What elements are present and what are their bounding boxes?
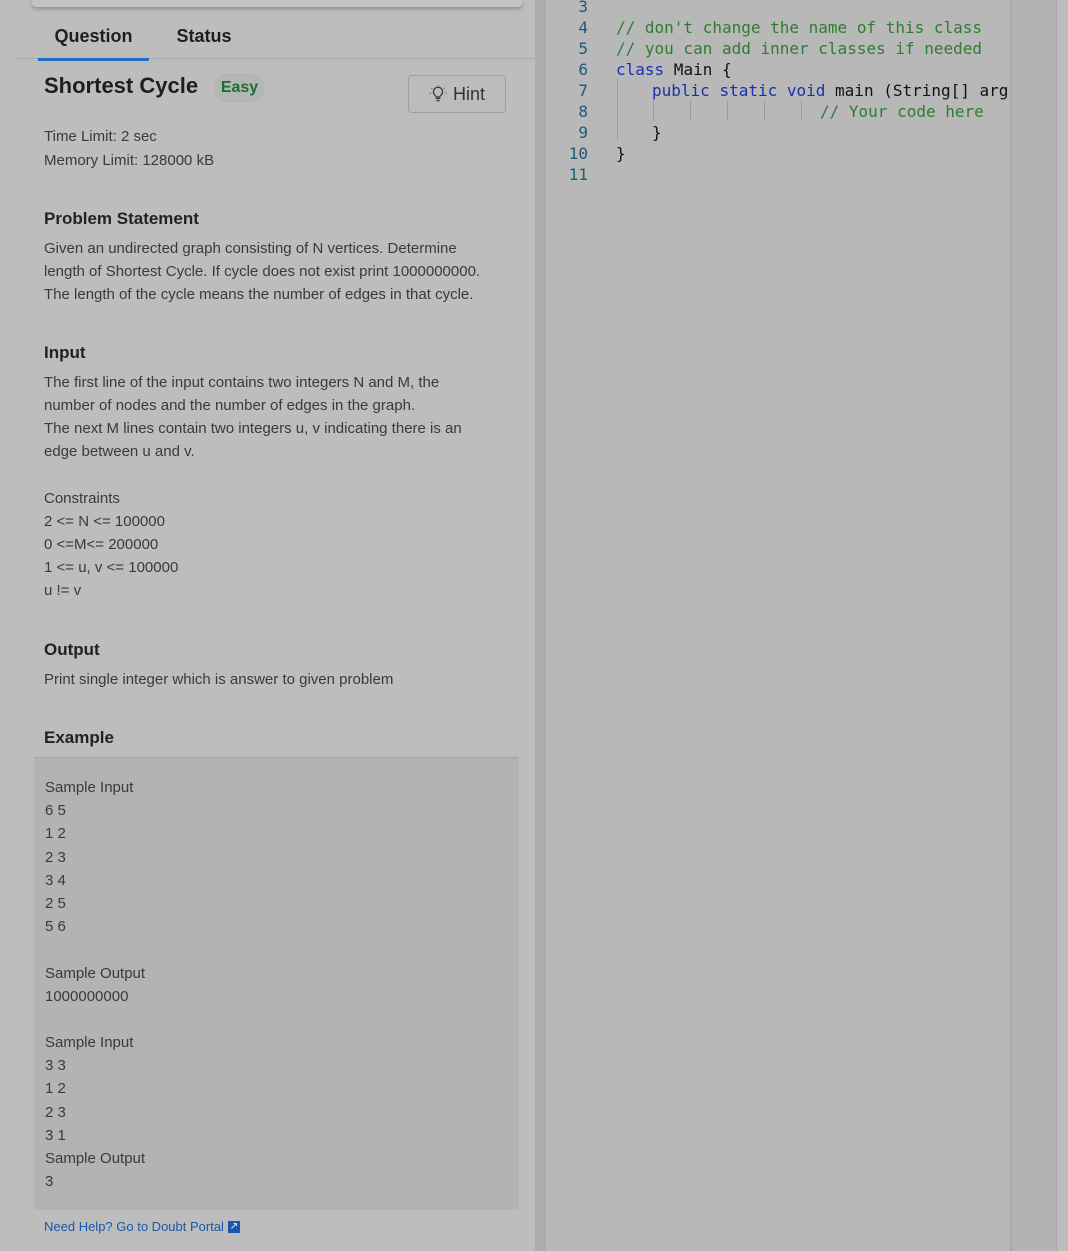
code-line-9: } [652,123,662,142]
problem-panel: Question Status Shortest Cycle Easy Hint… [0,0,535,1251]
indent-guide [727,100,728,121]
external-link-icon: ↗ [227,1220,240,1233]
tab-bar: Question Status [16,18,535,61]
line-number: 6 [578,60,588,79]
example-lines: Sample Input 6 5 1 2 2 3 3 4 2 5 5 6 Sam… [45,779,146,1191]
code-line-7: public static void main (String[] args) [652,81,1010,100]
code-line-5: // you can add inner classes if needed [616,39,983,58]
doubt-portal-link[interactable]: Need Help? Go to Doubt Portal ↗ [44,1219,240,1234]
line-number: 8 [578,102,588,121]
line-number: 11 [568,165,588,184]
line-number: 3 [578,0,588,16]
code-line-10: } [616,144,626,163]
time-limit: Time Limit: 2 sec [44,128,157,145]
code-line-6: class Main { [616,60,732,79]
difficulty-badge: Easy [214,73,265,103]
example-heading: Example [44,728,114,747]
panel-splitter[interactable] [535,0,546,1251]
line-number: 10 [568,144,588,163]
output-text: Print single integer which is answer to … [44,671,394,688]
input-text: The first line of the input contains two… [44,374,462,460]
tab-status[interactable]: Status [167,18,241,58]
editor-scrollbar[interactable] [1056,0,1068,1251]
hint-label: Hint [452,83,485,104]
indent-guide [801,100,802,121]
hint-button[interactable]: Hint [408,75,506,113]
code-line-8: // Your code here [820,102,984,121]
indent-guide [653,100,654,121]
line-number: 4 [578,18,588,37]
output-heading: Output [44,640,100,659]
minimap[interactable] [1012,0,1056,1251]
line-number: 9 [578,123,588,142]
statement-text: Given an undirected graph consisting of … [44,240,481,303]
example-box: Sample Input 6 5 1 2 2 3 3 4 2 5 5 6 Sam… [34,757,519,1210]
line-number: 5 [578,39,588,58]
problem-title: Shortest Cycle [44,73,199,98]
lightbulb-icon [429,85,447,102]
statement-heading: Problem Statement [44,209,199,228]
top-bar [32,0,522,7]
indent-guide [764,100,765,121]
indent-guide [617,79,618,141]
input-heading: Input [44,343,86,362]
code-line-4: // don't change the name of this class [616,18,983,37]
line-number: 7 [578,81,588,100]
code-editor[interactable]: 3 4 5 6 7 8 9 10 11 // don't change the … [546,0,1010,1251]
tab-question[interactable]: Question [38,18,149,61]
indent-guide [690,100,691,121]
memory-limit: Memory Limit: 128000 kB [44,152,215,169]
help-link-label: Need Help? Go to Doubt Portal [44,1219,224,1234]
constraints: Constraints 2 <= N <= 100000 0 <=M<= 200… [44,490,179,599]
